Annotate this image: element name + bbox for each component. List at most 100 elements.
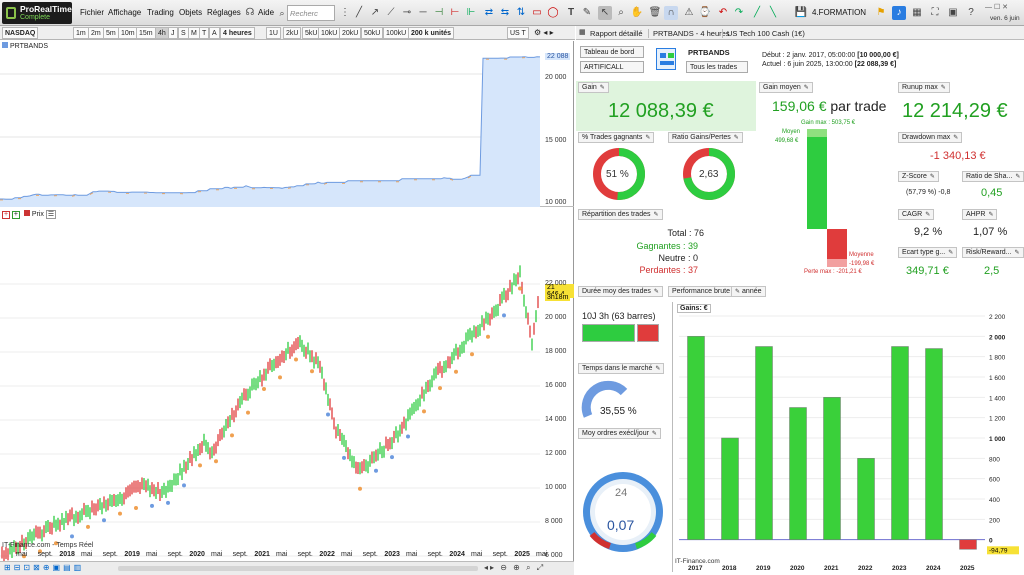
flag-icon[interactable]: ⚑ — [874, 6, 888, 20]
menu-aide[interactable]: Aide — [258, 8, 274, 17]
repartition-label[interactable]: Répartition des trades ✎ — [578, 209, 663, 220]
tf-4h[interactable]: 4h — [155, 27, 169, 39]
arrow-tool-icon[interactable]: ↗ — [368, 6, 382, 20]
zoom-controls-icon[interactable]: ◂▸ ⊖ ⊕ ⌕ ⤢ — [484, 563, 545, 573]
zscore-label[interactable]: Z-Score ✎ — [898, 171, 939, 182]
equity-ytick: 20 000 — [545, 74, 567, 81]
help-icon[interactable]: ? — [964, 6, 978, 20]
redo-icon[interactable]: ↷ — [732, 6, 746, 20]
menu-reglages[interactable]: Réglages — [207, 8, 241, 17]
gain-moyen-label[interactable]: Gain moyen ✎ — [759, 82, 813, 93]
trend-tool-icon[interactable]: ⇄ — [482, 6, 496, 20]
units-select[interactable]: 200 k unités — [408, 27, 455, 39]
rr-label[interactable]: Risk/Reward... ✎ — [962, 247, 1024, 258]
pitchfork-tool-icon[interactable]: ⇅ — [514, 6, 528, 20]
tf-10m[interactable]: 10m — [118, 27, 138, 39]
price-xtick: mai — [81, 551, 93, 558]
ray-tool-icon[interactable]: ⟋ — [384, 6, 398, 20]
hand-tool-icon[interactable]: ✋ — [630, 6, 644, 20]
instrument-select[interactable]: NASDAQ — [2, 27, 39, 39]
pointer-tool-icon[interactable]: ↖ — [598, 6, 612, 20]
tf-a[interactable]: A — [209, 27, 220, 39]
trade-markers — [22, 286, 522, 559]
cagr-label[interactable]: CAGR ✎ — [898, 209, 935, 220]
tf-5m[interactable]: 5m — [103, 27, 119, 39]
layout-icon[interactable]: ▦ — [910, 6, 924, 20]
menu-affichage[interactable]: Affichage — [108, 8, 141, 17]
gains-bar — [789, 407, 807, 540]
chart-menu-icons[interactable]: ⚙ ◂ ▸ — [534, 28, 554, 37]
dashboard-select[interactable]: Tableau de bord — [580, 46, 644, 58]
tick-50ku[interactable]: 50kU — [361, 27, 384, 39]
tick-20ku[interactable]: 20kU — [339, 27, 362, 39]
search-input[interactable]: Recherc — [287, 5, 335, 21]
filter-select[interactable]: ARTIFICALL — [580, 61, 644, 73]
tf-1m[interactable]: 1m — [73, 27, 89, 39]
bottom-tools-icon[interactable]: ⊞⊟⊡⊠⊕▣▤▥ — [4, 563, 84, 572]
pct-trades-label[interactable]: % Trades gagnants ✎ — [578, 132, 655, 143]
runup-label[interactable]: Runup max ✎ — [898, 82, 950, 93]
hline-tool-icon[interactable]: ─ — [416, 6, 430, 20]
tick-2ku[interactable]: 2kU — [283, 27, 302, 39]
account-icon[interactable]: ▣ — [946, 6, 960, 20]
trades-select[interactable]: Tous les trades — [686, 61, 748, 73]
draw-green2-icon[interactable]: ╲ — [766, 6, 780, 20]
gains-xtick: 2023 — [892, 565, 907, 572]
period-select[interactable]: 4 heures — [220, 27, 255, 39]
debut-row: Début : 2 janv. 2017, 05:00:00 [10 000,0… — [762, 52, 899, 59]
tick-100ku[interactable]: 100kU — [383, 27, 410, 39]
line-tool-icon[interactable]: ╱ — [352, 6, 366, 20]
window-controls[interactable]: — ☐ ✕ — [985, 3, 1008, 11]
sharpe-label[interactable]: Ratio de Sha... ✎ — [962, 171, 1024, 182]
report-view-icon[interactable] — [656, 48, 676, 70]
gains-xtick: 2020 — [790, 565, 805, 572]
parallel-tool-icon[interactable]: ⇆ — [498, 6, 512, 20]
tick-10ku[interactable]: 10kU — [318, 27, 341, 39]
fullscreen-icon[interactable]: ⛶ — [928, 6, 942, 20]
ratio-label[interactable]: Ratio Gains/Pertes ✎ — [668, 132, 743, 143]
tf-15m[interactable]: 15m — [136, 27, 156, 39]
magnet-icon[interactable]: ∩ — [664, 6, 678, 20]
drawdown-label[interactable]: Drawdown max ✎ — [898, 132, 963, 143]
menu-trading[interactable]: Trading — [147, 8, 174, 17]
sound-icon[interactable]: ♪ — [892, 6, 906, 20]
headset-icon[interactable]: ☊ — [243, 6, 257, 20]
duree-label[interactable]: Durée moy des trades ✎ — [578, 286, 663, 297]
workspace-select[interactable]: 4.FORMATION — [812, 8, 866, 17]
gain-label[interactable]: Gain ✎ — [578, 82, 609, 93]
tick-1u[interactable]: 1U — [266, 27, 281, 39]
chart-scrollbar[interactable] — [118, 566, 478, 571]
perf-period-select[interactable]: ✎ année — [731, 286, 766, 297]
menu-objets[interactable]: Objets — [179, 8, 202, 17]
clock-icon[interactable]: ⌚ — [698, 6, 712, 20]
gain-moyen-value: 159,06 € par trade — [772, 98, 887, 114]
menu-fichier[interactable]: Fichier — [80, 8, 104, 17]
tf-2m[interactable]: 2m — [88, 27, 104, 39]
trash-icon[interactable]: 🗑 — [648, 6, 662, 20]
rectangle-tool-icon[interactable]: ▭ — [530, 6, 544, 20]
tf-j[interactable]: J — [168, 27, 178, 39]
save-icon[interactable]: 💾 — [794, 6, 808, 20]
ecart-label[interactable]: Ecart type g... ✎ — [898, 247, 958, 258]
price-xtick: mai — [146, 551, 158, 558]
ahpr-value: 1,07 % — [973, 226, 1008, 238]
callout-tool-icon[interactable]: ✎ — [580, 6, 594, 20]
fib-tool-icon[interactable]: ⊩ — [464, 6, 478, 20]
marker-tool-icon[interactable]: ⊢ — [448, 6, 462, 20]
channel-tool-icon[interactable]: ⊣ — [432, 6, 446, 20]
text-tool-icon[interactable]: T — [564, 6, 578, 20]
tf-t[interactable]: T — [199, 27, 210, 39]
ordres-label[interactable]: Moy ordres exécl/jour ✎ — [578, 428, 661, 439]
us-tab[interactable]: US T — [507, 27, 529, 39]
price-xtick: sept. — [427, 551, 443, 558]
zoom-tool-icon[interactable]: ⌕ — [614, 6, 628, 20]
alert-icon[interactable]: ⚠ — [682, 6, 696, 20]
ellipse-tool-icon[interactable]: ◯ — [546, 6, 560, 20]
undo-icon[interactable]: ↶ — [716, 6, 730, 20]
ahpr-label[interactable]: AHPR ✎ — [962, 209, 998, 220]
segment-tool-icon[interactable]: ⊸ — [400, 6, 414, 20]
temps-label[interactable]: Temps dans le marché ✎ — [578, 363, 665, 374]
cursor-icon[interactable]: ⋮ — [338, 6, 352, 20]
draw-green-icon[interactable]: ╱ — [750, 6, 764, 20]
duree-gain-bar — [582, 324, 635, 342]
